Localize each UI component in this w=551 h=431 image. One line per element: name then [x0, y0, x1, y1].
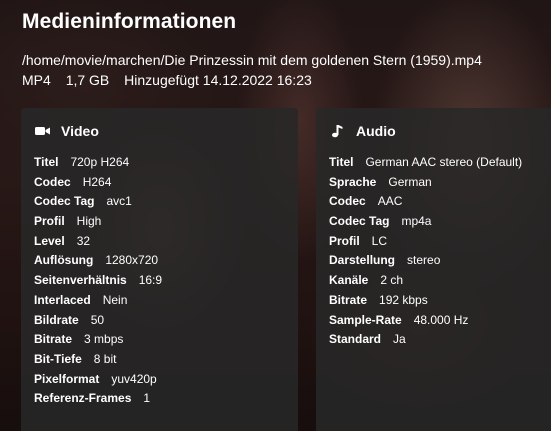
video-property-row: Codec H264 — [34, 173, 162, 193]
property-value: Ja — [393, 332, 406, 347]
property-label: Bitrate — [329, 292, 368, 307]
audio-property-row: Codec Tag mp4a — [329, 212, 522, 232]
property-value: 16:9 — [138, 273, 163, 288]
music-note-icon — [330, 124, 346, 138]
property-label: Titel — [329, 155, 354, 169]
property-value: LC — [371, 233, 388, 248]
media-info-content: Medieninformationen /home/movie/marchen/… — [0, 0, 551, 431]
audio-property-row: Kanäle 2 ch — [329, 271, 522, 291]
property-value: 8 bit — [93, 351, 117, 366]
date-added: Hinzugefügt 14.12.2022 16:23 — [124, 72, 312, 88]
property-label: Codec Tag — [329, 214, 390, 229]
video-property-row: Level 32 — [34, 232, 162, 252]
video-property-row: Interlaced Nein — [34, 291, 162, 311]
video-property-row: Profil High — [34, 212, 162, 232]
file-size: 1,7 GB — [65, 72, 110, 88]
video-property-row: Referenz-Frames 1 — [34, 389, 162, 409]
property-value: 720p H264 — [70, 155, 130, 169]
video-panel-header: Video — [35, 123, 99, 139]
property-value: mp4a — [401, 214, 432, 229]
audio-property-row: Darstellung stereo — [329, 251, 522, 271]
file-meta: MP4 1,7 GB Hinzugefügt 14.12.2022 16:23 — [22, 72, 323, 88]
property-value: avc1 — [106, 194, 132, 209]
container-format: MP4 — [22, 72, 51, 88]
video-property-row: Auflösung 1280x720 — [34, 251, 162, 271]
property-label: Level — [34, 233, 65, 248]
video-property-row: Seitenverhältnis 16:9 — [34, 271, 162, 291]
property-value: 192 kbps — [379, 292, 428, 307]
audio-property-row: Titel German AAC stereo (Default) — [329, 153, 522, 173]
property-label: Standard — [329, 332, 382, 347]
property-label: Interlaced — [34, 292, 91, 307]
property-label: Bitrate — [34, 332, 73, 347]
property-label: Kanäle — [329, 273, 369, 288]
property-value: German — [388, 174, 432, 189]
audio-property-row: Codec AAC — [329, 192, 522, 212]
video-property-row: Bitrate 3 mbps — [34, 330, 162, 350]
page-title: Medieninformationen — [22, 10, 237, 33]
property-value: 1280x720 — [105, 253, 159, 268]
property-value: 48.000 Hz — [413, 312, 469, 327]
audio-property-row: Standard Ja — [329, 330, 522, 350]
property-label: Bildrate — [34, 312, 79, 327]
video-camera-icon — [35, 124, 51, 138]
property-label: Codec — [34, 174, 71, 189]
property-label: Titel — [34, 155, 59, 169]
property-label: Sprache — [329, 174, 377, 189]
property-label: Codec Tag — [34, 194, 95, 209]
audio-property-row: Profil LC — [329, 232, 522, 252]
property-value: High — [76, 214, 102, 229]
property-value: German AAC stereo (Default) — [365, 155, 523, 169]
file-path: /home/movie/marchen/Die Prinzessin mit d… — [22, 52, 482, 68]
property-label: Auflösung — [34, 253, 94, 268]
property-value: 1 — [143, 391, 151, 406]
property-value: 3 mbps — [84, 332, 124, 347]
audio-property-row: Bitrate 192 kbps — [329, 291, 522, 311]
property-value: stereo — [407, 253, 441, 268]
audio-property-row: Sample-Rate 48.000 Hz — [329, 311, 522, 331]
audio-stream-panel: Audio Titel German AAC stereo (Default) Sp… — [316, 108, 551, 431]
property-value: 2 ch — [380, 273, 404, 288]
property-label: Sample-Rate — [329, 312, 402, 327]
media-info-screen: Medieninformationen /home/movie/marchen/… — [0, 0, 551, 431]
property-label: Profil — [34, 214, 65, 229]
video-property-row: Bildrate 50 — [34, 311, 162, 331]
property-label: Codec — [329, 194, 366, 209]
audio-panel-header: Audio — [330, 123, 396, 139]
video-stream-panel: Video Titel 720p H264 Codec H264 Codec Tag av… — [21, 108, 298, 431]
property-label: Profil — [329, 233, 360, 248]
video-property-row: Titel 720p H264 — [34, 153, 162, 173]
audio-property-row: Sprache German — [329, 173, 522, 193]
property-value: 50 — [90, 312, 105, 327]
property-value: AAC — [377, 194, 403, 209]
video-property-row: Codec Tag avc1 — [34, 192, 162, 212]
audio-properties: Titel German AAC stereo (Default) Sprache G… — [329, 153, 522, 350]
audio-panel-title: Audio — [356, 123, 396, 139]
property-label: Bit-Tiefe — [34, 351, 82, 366]
video-properties: Titel 720p H264 Codec H264 Codec Tag avc1 Prof… — [34, 153, 162, 409]
property-value: H264 — [82, 174, 112, 189]
property-value: 32 — [76, 233, 91, 248]
video-property-row: Pixelformat yuv420p — [34, 370, 162, 390]
property-value: Nein — [102, 292, 128, 307]
property-label: Pixelformat — [34, 371, 100, 386]
video-property-row: Bit-Tiefe 8 bit — [34, 350, 162, 370]
property-label: Seitenverhältnis — [34, 273, 127, 288]
property-label: Darstellung — [329, 253, 396, 268]
video-panel-title: Video — [61, 123, 99, 139]
property-label: Referenz-Frames — [34, 391, 132, 406]
property-value: yuv420p — [111, 371, 157, 386]
